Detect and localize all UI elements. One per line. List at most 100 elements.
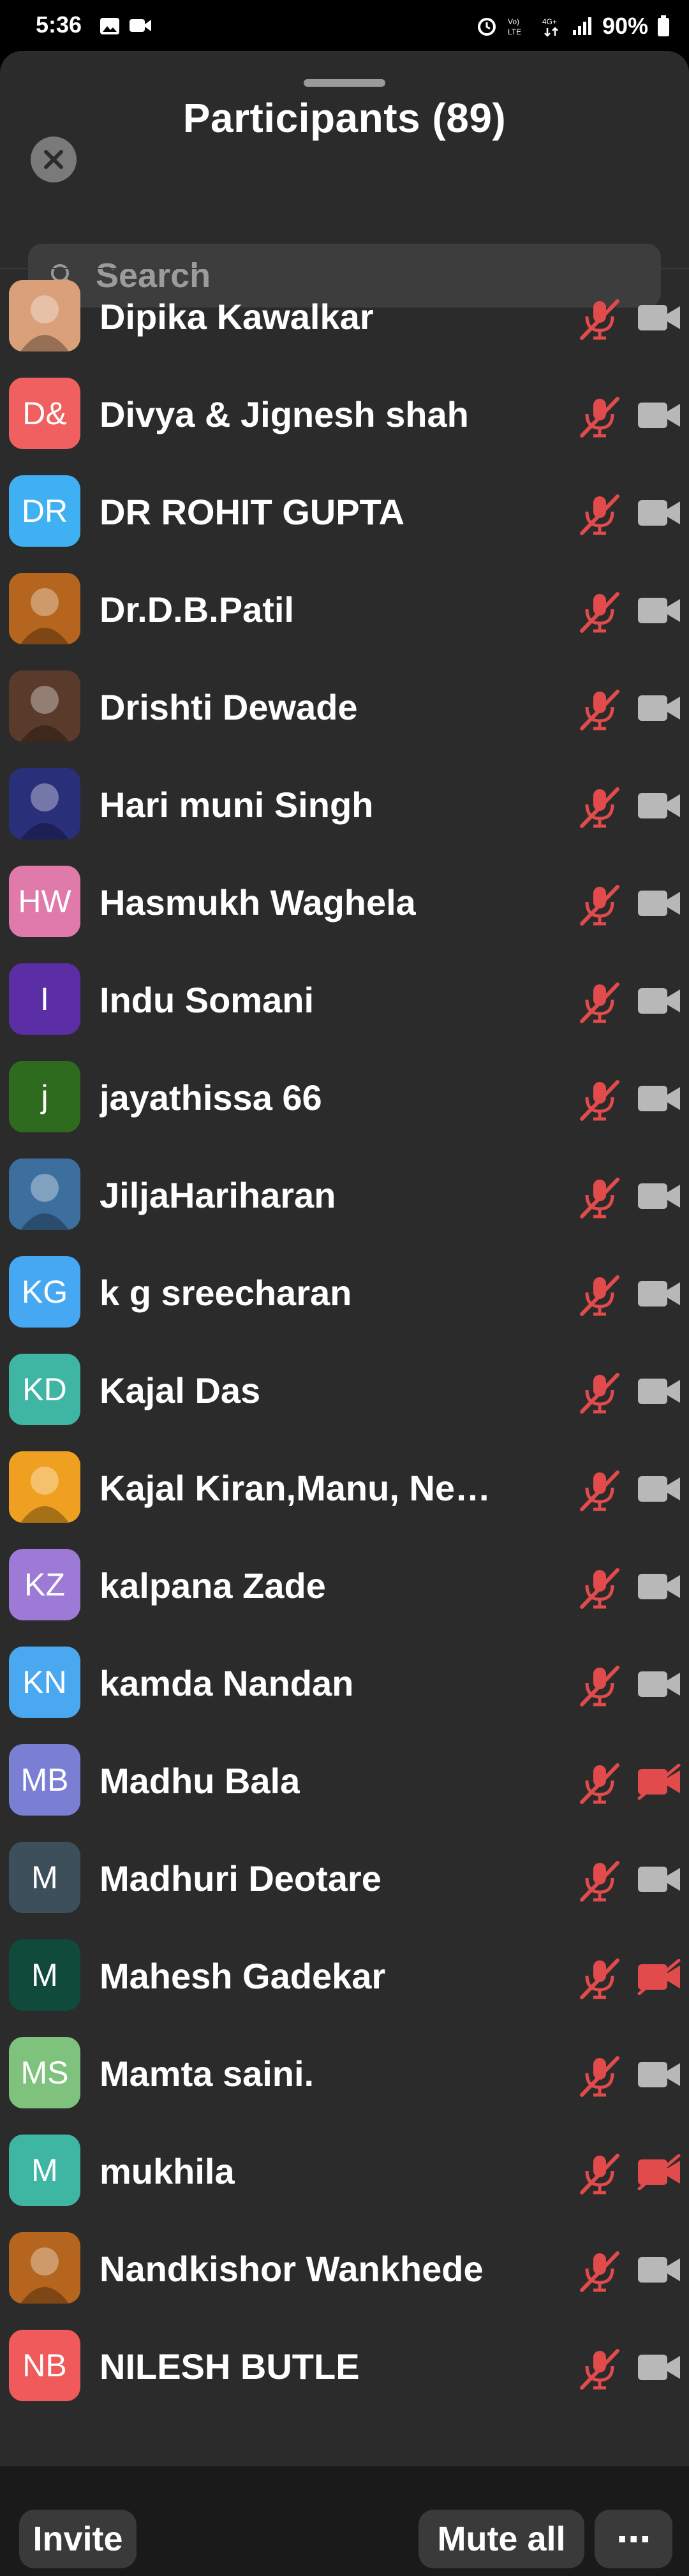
battery-percent: 90% [602, 13, 648, 39]
signal-icon [572, 17, 591, 35]
video-camera-icon[interactable] [637, 300, 681, 336]
mic-muted-icon[interactable] [577, 1272, 623, 1318]
svg-text:LTE: LTE [508, 27, 521, 36]
mic-muted-icon[interactable] [577, 882, 623, 928]
avatar-initials: HW [18, 884, 71, 919]
participant-row[interactable]: Nandkishor Wankhede [0, 2220, 689, 2318]
mic-muted-icon[interactable] [577, 686, 623, 732]
avatar-initials: MS [20, 2055, 69, 2091]
avatar-initials: M [31, 1957, 58, 1993]
mic-muted-icon[interactable] [577, 2150, 623, 2196]
video-camera-icon[interactable] [637, 1276, 681, 1312]
video-camera-icon[interactable] [637, 1178, 681, 1214]
video-camera-icon[interactable] [637, 1471, 681, 1507]
video-camera-icon[interactable] [637, 885, 681, 921]
participant-row[interactable]: KN kamda Nandan [0, 1634, 689, 1732]
mic-muted-icon[interactable] [577, 1077, 623, 1123]
mic-muted-icon[interactable] [577, 296, 623, 342]
svg-text:4G+: 4G+ [542, 17, 557, 26]
invite-button[interactable]: Invite [19, 2510, 137, 2568]
video-off-icon[interactable] [637, 2154, 681, 2190]
participant-row[interactable]: DR DR ROHIT GUPTA [0, 463, 689, 561]
participant-row[interactable]: D& Divya & Jignesh shah [0, 366, 689, 463]
mic-muted-icon[interactable] [577, 979, 623, 1025]
mic-muted-icon[interactable] [577, 394, 623, 440]
mic-muted-icon[interactable] [577, 784, 623, 830]
mic-muted-icon[interactable] [577, 1858, 623, 1904]
participant-row[interactable]: Mmukhila [0, 2122, 689, 2220]
avatar-photo [9, 768, 80, 840]
drag-handle[interactable] [304, 79, 385, 87]
video-off-icon[interactable] [637, 1764, 681, 1800]
avatar: MB [9, 1744, 80, 1816]
video-camera-icon[interactable] [637, 690, 681, 726]
participant-row[interactable]: Dipika Kawalkar [0, 268, 689, 366]
mic-muted-icon[interactable] [577, 1760, 623, 1806]
participant-row[interactable]: j jayathissa 66 [0, 1049, 689, 1146]
video-camera-icon[interactable] [637, 1373, 681, 1409]
participant-row[interactable]: Hari muni Singh [0, 756, 689, 854]
mic-muted-icon[interactable] [577, 1370, 623, 1416]
video-camera-icon[interactable] [637, 1569, 681, 1604]
participant-row[interactable]: KG k g sreecharan [0, 1244, 689, 1342]
avatar-photo [9, 1158, 80, 1230]
more-options-button[interactable]: ⋯ [595, 2510, 672, 2568]
video-camera-icon[interactable] [637, 788, 681, 824]
participant-row[interactable]: KZ kalpana Zade [0, 1537, 689, 1634]
avatar-photo [9, 280, 80, 352]
avatar-initials: MB [20, 1762, 69, 1798]
mic-muted-icon[interactable] [577, 2053, 623, 2099]
participant-row[interactable]: Drishti Dewade [0, 658, 689, 756]
avatar-initials: KN [22, 1664, 67, 1700]
avatar-initials: KD [22, 1372, 67, 1407]
mic-muted-icon[interactable] [577, 1662, 623, 1708]
mic-muted-icon[interactable] [577, 491, 623, 537]
participant-name: Divya & Jignesh shah [100, 394, 469, 434]
video-camera-icon[interactable] [637, 983, 681, 1019]
mic-muted-icon[interactable] [577, 589, 623, 635]
participant-name: kalpana Zade [100, 1566, 326, 1606]
video-camera-icon[interactable] [637, 1081, 681, 1116]
video-camera-icon[interactable] [637, 1666, 681, 1702]
participant-row[interactable]: JiljaHariharan [0, 1146, 689, 1244]
battery-icon [658, 15, 669, 36]
avatar: j [9, 1061, 80, 1132]
close-button[interactable] [31, 137, 77, 182]
video-off-icon[interactable] [637, 1959, 681, 1995]
avatar-photo [9, 2232, 80, 2304]
video-camera-icon[interactable] [637, 2350, 681, 2385]
avatar-photo [9, 573, 80, 644]
participant-row[interactable]: KD Kajal Das [0, 1342, 689, 1439]
avatar: KG [9, 1256, 80, 1328]
avatar: M [9, 1939, 80, 2011]
alarm-icon [477, 18, 496, 36]
participant-row[interactable]: I Indu Somani [0, 951, 689, 1049]
mic-muted-icon[interactable] [577, 1174, 623, 1220]
avatar [9, 573, 80, 644]
video-camera-icon[interactable] [637, 495, 681, 531]
participant-row[interactable]: NB NILESH BUTLE [0, 2318, 689, 2415]
video-camera-icon[interactable] [637, 2252, 681, 2288]
video-camera-icon[interactable] [637, 1862, 681, 1897]
participant-row[interactable]: MS Mamta saini. [0, 2025, 689, 2122]
participant-row[interactable]: M Madhuri Deotare [0, 1830, 689, 1927]
mic-muted-icon[interactable] [577, 1955, 623, 2001]
participant-row[interactable]: M Mahesh Gadekar [0, 1927, 689, 2025]
avatar-photo [9, 1451, 80, 1523]
participant-name: Mahesh Gadekar [100, 1956, 386, 1996]
mute-all-button[interactable]: Mute all [419, 2510, 584, 2568]
participant-row[interactable]: MB Madhu Bala [0, 1732, 689, 1830]
mic-muted-icon[interactable] [577, 2248, 623, 2294]
video-camera-icon[interactable] [637, 593, 681, 628]
participant-row[interactable]: Kajal Kiran,Manu, Neha… [0, 1439, 689, 1537]
video-camera-icon[interactable] [637, 397, 681, 433]
mic-muted-icon[interactable] [577, 2346, 623, 2392]
video-camera-icon [130, 19, 151, 32]
avatar-initials: KG [21, 1274, 68, 1310]
participant-row[interactable]: HW Hasmukh Waghela [0, 854, 689, 951]
participant-row[interactable]: Dr.D.B.Patil [0, 561, 689, 658]
mic-muted-icon[interactable] [577, 1565, 623, 1611]
video-camera-icon[interactable] [637, 2057, 681, 2092]
avatar [9, 1451, 80, 1523]
mic-muted-icon[interactable] [577, 1467, 623, 1513]
